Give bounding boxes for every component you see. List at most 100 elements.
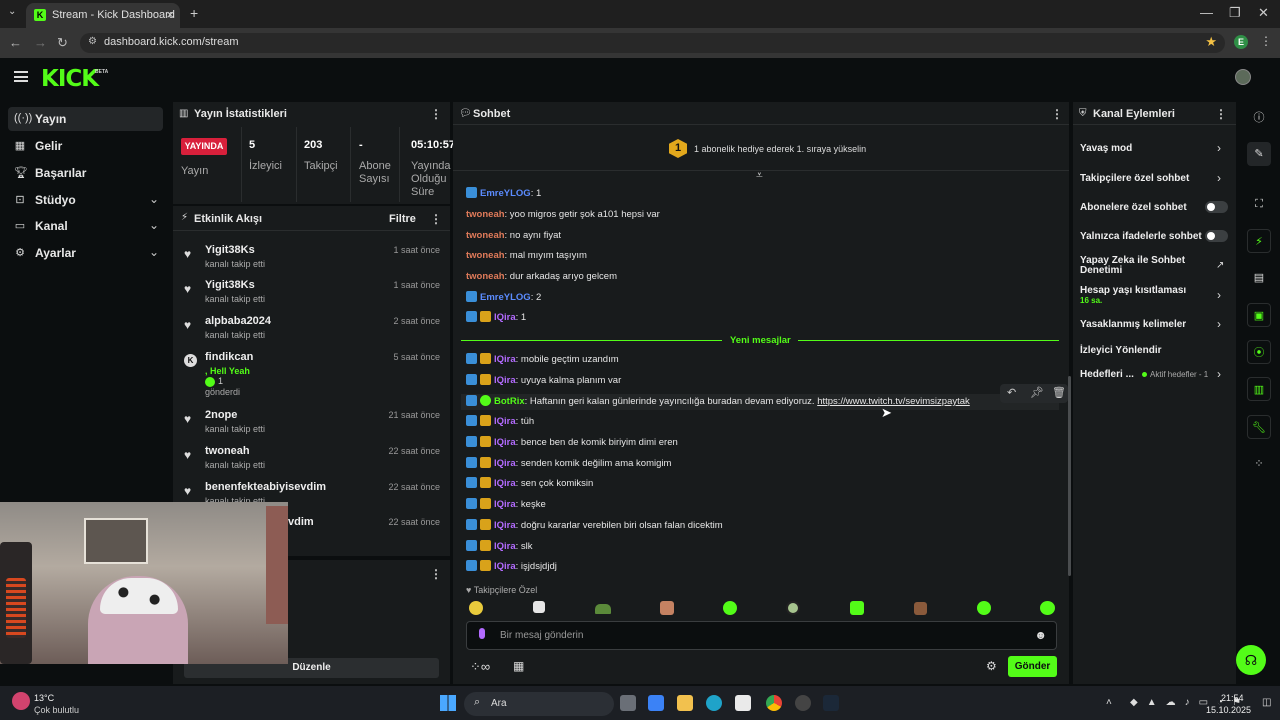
chat-message[interactable]: EmreYLOG: 1 <box>466 186 541 202</box>
chat-message[interactable]: twoneah: dur arkadaş arıyo gelcem <box>466 269 617 285</box>
panel-menu-icon[interactable]: ⋮ <box>430 567 442 581</box>
new-tab-icon[interactable]: + <box>190 5 198 21</box>
tray-chevron-icon[interactable]: ˄ <box>1106 697 1112 708</box>
external-link-icon[interactable]: ↗ <box>1216 260 1224 271</box>
chat-message[interactable]: twoneah: mal mıyım taşıyım <box>466 248 587 264</box>
chat-username[interactable]: lQira <box>494 499 516 510</box>
chat-message[interactable]: BotRix: Haftanın geri kalan günlerinde y… <box>461 394 1059 410</box>
reply-icon[interactable]: ↶ <box>1007 386 1016 399</box>
chat-menu-icon[interactable]: ⋮ <box>1051 107 1063 121</box>
emote-7-icon[interactable] <box>850 601 864 615</box>
chevron-right-icon[interactable]: › <box>1217 367 1221 381</box>
chat-username[interactable]: lQira <box>494 478 516 489</box>
support-button[interactable]: ☊ <box>1236 645 1266 675</box>
emoji-picker-icon[interactable]: ☻ <box>1034 628 1047 642</box>
chat-message[interactable]: lQira: tüh <box>466 414 534 430</box>
nav-item-studyo[interactable]: ⊡ Stüdyo ⌄ <box>8 188 163 212</box>
chat-username[interactable]: lQira <box>494 437 516 448</box>
chevron-right-icon[interactable]: › <box>1217 141 1221 155</box>
emote-5-icon[interactable] <box>723 601 737 615</box>
store-app-icon[interactable] <box>735 695 751 711</box>
minimize-icon[interactable]: — <box>1200 5 1213 20</box>
chat-username[interactable]: twoneah <box>466 250 505 261</box>
emote-4-icon[interactable] <box>660 601 674 615</box>
pencil-icon[interactable]: ✎ <box>1247 142 1271 166</box>
notification-icon[interactable]: ◫ <box>1262 697 1271 708</box>
user-avatar[interactable] <box>1235 69 1251 85</box>
site-info-icon[interactable]: ⚙ <box>88 36 97 47</box>
chat-settings-icon[interactable]: ⚙ <box>986 659 997 673</box>
chat-bubble-icon[interactable]: ▣ <box>1247 303 1271 327</box>
forward-icon[interactable]: → <box>34 35 47 50</box>
chat-username[interactable]: twoneah <box>466 271 505 282</box>
lightning-icon[interactable]: ⚡︎ <box>1247 229 1271 253</box>
chat-username[interactable]: lQira <box>494 520 516 531</box>
chat-message[interactable]: lQira: bence ben de komik biriyim dimi e… <box>466 435 678 451</box>
emote-2-icon[interactable] <box>533 601 545 613</box>
back-icon[interactable]: ← <box>9 35 22 50</box>
edge-icon[interactable] <box>706 695 722 711</box>
reload-icon[interactable]: ↻ <box>57 35 68 51</box>
ai-moderation-action[interactable]: Yapay Zeka ile Sohbet Denetimi <box>1080 256 1185 276</box>
fullscreen-icon[interactable]: ⛶ <box>1247 192 1271 216</box>
filter-button[interactable]: Filtre <box>389 213 416 225</box>
stats-menu-icon[interactable]: ⋮ <box>430 107 442 121</box>
url-field[interactable]: ⚙ dashboard.kick.com/stream ★ <box>80 33 1225 53</box>
chrome-icon[interactable] <box>766 695 782 711</box>
chat-username[interactable]: lQira <box>494 312 516 323</box>
chat-link[interactable]: https://www.twitch.tv/sevimsizpaytak <box>817 396 970 407</box>
chat-message[interactable]: lQira: keşke <box>466 497 546 513</box>
chat-message[interactable]: lQira: 1 <box>466 310 526 326</box>
chat-username[interactable]: lQira <box>494 458 516 469</box>
close-window-icon[interactable]: ✕ <box>1258 5 1269 21</box>
file-explorer-icon[interactable] <box>677 695 693 711</box>
wrench-icon[interactable]: 🔧︎ <box>1247 415 1271 439</box>
chat-message[interactable]: lQira: uyuya kalma planım var <box>466 373 621 389</box>
emote-6-icon[interactable] <box>786 601 800 615</box>
send-button[interactable]: Gönder <box>1008 656 1057 677</box>
chat-username[interactable]: lQira <box>494 541 516 552</box>
tab-list-chevron-icon[interactable]: ⌄ <box>8 6 16 17</box>
obs-icon[interactable] <box>795 695 811 711</box>
kicks-icon[interactable]: ⁘∞ <box>470 659 490 675</box>
nav-item-basarilar[interactable]: 🏆︎ Başarılar <box>8 161 163 185</box>
age-restriction-action[interactable]: Hesap yaşı kısıtlaması <box>1080 285 1186 296</box>
task-view-icon[interactable] <box>620 695 636 711</box>
chat-message[interactable]: EmreYLOG: 2 <box>466 290 541 306</box>
taskbar-search[interactable]: ⌕ Ara <box>464 692 614 716</box>
activity-menu-icon[interactable]: ⋮ <box>430 212 442 226</box>
steam-icon[interactable] <box>823 695 839 711</box>
banned-words-action[interactable]: Yasaklanmış kelimeler <box>1080 319 1186 330</box>
pin-icon[interactable]: 📌︎ <box>1030 386 1044 399</box>
chevron-right-icon[interactable]: › <box>1217 171 1221 185</box>
chat-message[interactable]: lQira: mobile geçtim uzandım <box>466 352 619 368</box>
pinned-toggle-icon[interactable]: ⩡ <box>756 168 763 183</box>
kick-logo[interactable]: KICK <box>41 66 99 92</box>
layout-icon[interactable]: ▥ <box>1247 377 1271 401</box>
chat-scrollbar[interactable] <box>1068 376 1071 576</box>
emote-8-icon[interactable] <box>914 602 927 615</box>
chevron-right-icon[interactable]: › <box>1217 288 1221 302</box>
channel-actions-menu-icon[interactable]: ⋮ <box>1215 107 1227 121</box>
maximize-icon[interactable]: ❐ <box>1229 5 1241 21</box>
apps-icon[interactable]: ⁘ <box>1247 452 1271 476</box>
browser-menu-icon[interactable]: ⋮ <box>1260 34 1272 48</box>
broadcast-signal-icon[interactable]: ⦿ <box>1247 340 1271 364</box>
nav-item-gelir[interactable]: ▦ Gelir <box>8 134 163 158</box>
chat-username[interactable]: lQira <box>494 354 516 365</box>
nav-item-ayarlar[interactable]: ⚙ Ayarlar ⌄ <box>8 241 163 265</box>
document-icon[interactable]: ▤ <box>1247 266 1271 290</box>
chat-username[interactable]: lQira <box>494 416 516 427</box>
chat-input-box[interactable]: Bir mesaj gönderin ☻ <box>466 621 1057 650</box>
emote-1-icon[interactable] <box>469 601 483 615</box>
emote-chat-toggle[interactable] <box>1205 230 1228 242</box>
chat-username[interactable]: lQira <box>494 375 516 386</box>
chat-message[interactable]: lQira: sen çok komiksin <box>466 476 593 492</box>
emote-10-icon[interactable] <box>1040 601 1055 615</box>
microphone-icon[interactable] <box>479 628 485 639</box>
hamburger-menu-icon[interactable] <box>14 71 28 82</box>
nav-item-kanal[interactable]: ▭ Kanal ⌄ <box>8 214 163 238</box>
chat-message[interactable]: lQira: doğru kararlar verebilen biri ols… <box>466 518 723 534</box>
chat-message[interactable]: lQira: işjdsjdjdj <box>466 559 557 575</box>
followers-chat-action[interactable]: Takipçilere özel sohbet <box>1080 173 1189 184</box>
